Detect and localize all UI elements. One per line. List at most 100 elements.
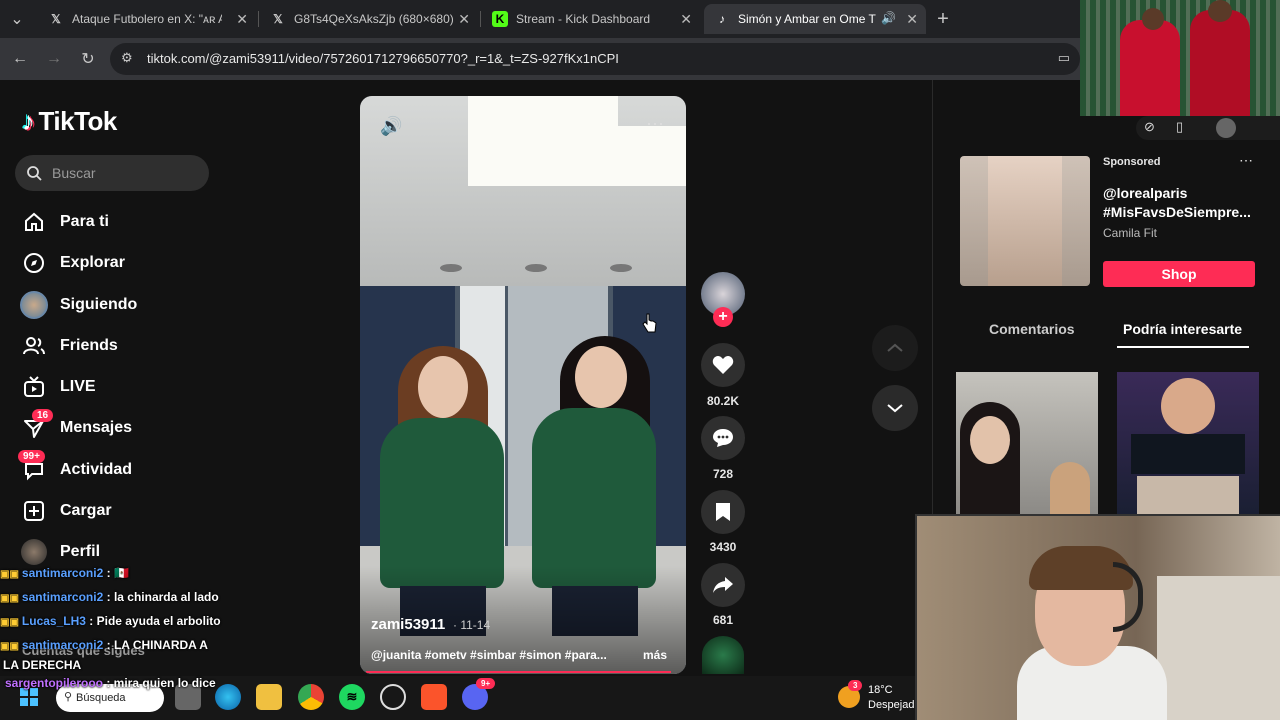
- x-logo-icon: 𝕏: [273, 12, 283, 26]
- video-person-shirt: [380, 418, 504, 588]
- weather-description: Despejad: [868, 699, 915, 711]
- activity-icon: 99+: [18, 450, 48, 484]
- browser-tab-2[interactable]: 𝕏 G8Ts4QeXsAksZjb (680×680) ✕: [260, 4, 478, 34]
- chat-username: santimarconi2: [21, 590, 104, 604]
- crowd-background: [1080, 0, 1280, 116]
- ceiling-vent: [440, 264, 462, 272]
- follow-plus-icon[interactable]: +: [713, 307, 733, 327]
- ad-thumbnail[interactable]: [960, 156, 1090, 286]
- tiktok-logo-icon: ♪: [719, 12, 725, 26]
- sidebar-item-friends[interactable]: Friends: [20, 331, 118, 361]
- ceiling-vent: [525, 264, 547, 272]
- ad-video-frame: [988, 156, 1062, 286]
- ad-title[interactable]: @lorealparis #MisFavsDeSiempre...: [1103, 184, 1263, 222]
- close-tab-icon[interactable]: ✕: [236, 11, 248, 28]
- previous-video-button[interactable]: [872, 325, 918, 371]
- browser-tab-3[interactable]: K Stream - Kick Dashboard ✕: [482, 4, 700, 34]
- back-arrow-icon[interactable]: ←: [9, 48, 31, 70]
- reload-icon[interactable]: ↻: [77, 48, 99, 70]
- browser-tab-bar: ⌄ 𝕏 Ataque Futbolero en X: "ᴀʀ Así" ✕ 𝕏 …: [0, 0, 1080, 38]
- close-tab-icon[interactable]: ✕: [680, 11, 692, 28]
- ad-more-options-icon[interactable]: ⋯: [1239, 152, 1253, 169]
- chat-text: : Pide ayuda el arbolito: [85, 614, 221, 628]
- browser-tab-4-active[interactable]: ♪ Simón y Ambar en Ome TV 🔊 ✕: [704, 4, 926, 34]
- more-options-icon[interactable]: ⋯: [646, 114, 664, 135]
- chat-message: sargentopilerooo : mira quien lo dice: [5, 672, 1280, 695]
- video-date: · 11-14: [453, 618, 491, 632]
- close-tab-icon[interactable]: ✕: [458, 11, 470, 28]
- search-input[interactable]: Buscar: [15, 155, 209, 191]
- tab-title: Simón y Ambar en Ome TV: [738, 12, 876, 26]
- friends-icon: [20, 332, 48, 360]
- chat-badge-icons: ▣▣: [0, 641, 19, 652]
- floating-toolbar: ⊘ ▯: [1136, 116, 1280, 140]
- user-avatar[interactable]: [1216, 118, 1236, 138]
- chat-badge-icons: ▣▣: [0, 569, 19, 580]
- sidebar-item-label: Cargar: [60, 502, 112, 519]
- search-icon: [27, 166, 42, 181]
- x-logo-icon: 𝕏: [51, 12, 61, 26]
- sidebar-item-explorar[interactable]: Explorar: [20, 248, 125, 278]
- chat-badge-icons: ▣▣: [0, 617, 19, 628]
- volume-icon[interactable]: 🔊: [380, 116, 402, 137]
- save-button[interactable]: [701, 490, 745, 534]
- bookmark-icon: [716, 503, 730, 521]
- chat-message: ▣▣ santimarconi2 : la chinarda al lado: [0, 586, 260, 610]
- chat-username: Lucas_LH3: [21, 614, 86, 628]
- browser-tab-1[interactable]: 𝕏 Ataque Futbolero en X: "ᴀʀ Así" ✕: [38, 4, 256, 34]
- heart-icon: [712, 356, 734, 374]
- sidebar-item-label: Friends: [60, 337, 118, 354]
- recommended-video-thumbnail[interactable]: [1117, 372, 1259, 514]
- video-player[interactable]: 🔊 ⋯ zami53911 · 11-14 @juanita #ometv #s…: [360, 96, 686, 674]
- phone-icon[interactable]: ▯: [1176, 119, 1183, 135]
- tab-title: Stream - Kick Dashboard: [516, 12, 651, 26]
- sidebar-item-label: LIVE: [60, 378, 96, 395]
- video-caption[interactable]: @juanita #ometv #simbar #simon #para...: [371, 648, 607, 662]
- tab-comentarios[interactable]: Comentarios: [989, 321, 1075, 337]
- forward-arrow-icon[interactable]: →: [43, 48, 65, 70]
- active-tab-indicator: [1117, 346, 1249, 348]
- tab-search-chevron-icon[interactable]: ⌄: [6, 8, 28, 30]
- share-button[interactable]: [701, 563, 745, 607]
- player-jersey: [1190, 10, 1250, 116]
- chat-username: santimarconi2: [21, 566, 104, 580]
- player-head: [1142, 8, 1164, 30]
- ad-sponsored-label: Sponsored: [1103, 156, 1161, 168]
- ceiling-light: [610, 126, 686, 186]
- compass-icon: [20, 249, 48, 277]
- chat-message: ▣▣ Lucas_LH3 : Pide ayuda el arbolito: [0, 610, 260, 634]
- sidebar-item-live[interactable]: LIVE: [20, 372, 96, 402]
- video-username[interactable]: zami53911: [371, 616, 445, 633]
- url-text[interactable]: tiktok.com/@zami53911/video/757260171279…: [147, 51, 619, 66]
- live-icon: [20, 373, 48, 401]
- tab-podria-interesarte[interactable]: Podría interesarte: [1123, 321, 1242, 337]
- upload-icon: [20, 497, 48, 525]
- sidebar-item-label: Mensajes: [60, 419, 133, 436]
- sidebar-item-actividad[interactable]: 99+ Actividad: [18, 450, 132, 485]
- close-tab-icon[interactable]: ✕: [906, 11, 918, 28]
- compass-icon[interactable]: ⊘: [1144, 119, 1155, 135]
- sidebar-item-mensajes[interactable]: 16 Mensajes: [20, 409, 133, 443]
- sidebar-item-para-ti[interactable]: Para ti: [20, 207, 109, 237]
- speaker-audio-icon[interactable]: 🔊: [881, 11, 896, 25]
- tiktok-note-icon: ♪: [22, 106, 35, 136]
- next-video-button[interactable]: [872, 385, 918, 431]
- comment-button[interactable]: [701, 416, 745, 460]
- like-button[interactable]: [701, 343, 745, 387]
- sidebar-item-siguiendo[interactable]: Siguiendo: [20, 290, 137, 320]
- ad-shop-button[interactable]: Shop: [1103, 261, 1255, 287]
- overlay-basketball-image: [1080, 0, 1280, 116]
- sidebar-item-cargar[interactable]: Cargar: [20, 496, 112, 526]
- recommended-video-thumbnail[interactable]: [956, 372, 1098, 514]
- caption-more-link[interactable]: más: [643, 648, 667, 662]
- sidebar-item-label: Siguiendo: [60, 296, 138, 313]
- messages-badge: 16: [32, 409, 54, 422]
- sound-disc-icon[interactable]: [702, 636, 744, 674]
- new-tab-plus-icon[interactable]: +: [932, 8, 954, 30]
- cast-icon[interactable]: ▭: [1058, 50, 1070, 66]
- tiktok-logo[interactable]: ♪ TikTok: [22, 106, 117, 137]
- site-info-icon[interactable]: ⚙: [121, 50, 133, 66]
- search-placeholder: Buscar: [52, 165, 96, 181]
- url-omnibox[interactable]: ⚙ tiktok.com/@zami53911/video/7572601712…: [110, 43, 1080, 75]
- thumb-image: [1137, 476, 1239, 514]
